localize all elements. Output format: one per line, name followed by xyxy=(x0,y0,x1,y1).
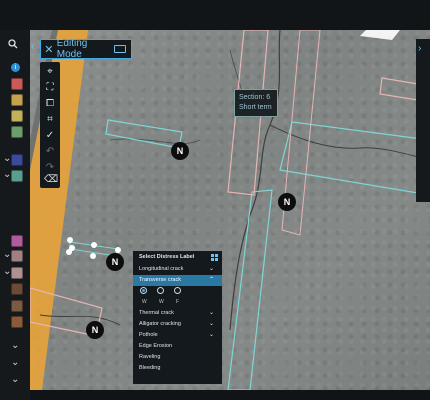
label-option-bleeding[interactable]: Bleeding xyxy=(133,363,222,374)
term-label: Short term xyxy=(239,104,272,111)
layer-swatch-12[interactable] xyxy=(11,316,23,328)
label-option-pothole[interactable]: Pothole ⌄ xyxy=(133,330,222,341)
chevron-down-icon: ⌄ xyxy=(208,321,214,327)
segment-icon[interactable]: ⧠ xyxy=(44,98,56,110)
tool-palette: ⌖ ⛶ ⧠ ⌗ ✓ ↶ ↷ ⌫ xyxy=(40,62,60,188)
left-panel-toggle[interactable]: ‹ xyxy=(31,41,35,53)
layer-swatch-8[interactable] xyxy=(11,250,23,262)
panel-title: Select Distress Label xyxy=(133,251,222,264)
search-icon[interactable] xyxy=(8,39,18,51)
layer-swatch-1[interactable] xyxy=(11,78,23,90)
polygon-icon[interactable]: ⌗ xyxy=(44,114,56,126)
label-option-raveling[interactable]: Raveling xyxy=(133,352,222,363)
info-icon[interactable]: i xyxy=(11,63,20,72)
north-marker[interactable]: N xyxy=(171,142,189,160)
severity-radio-1[interactable] xyxy=(140,287,147,294)
label-option-edge-erosion[interactable]: Edge Erosion xyxy=(133,341,222,352)
right-panel-collapsed[interactable]: › xyxy=(416,39,430,202)
chevron-right-icon[interactable]: › xyxy=(418,43,421,54)
layer-swatch-4[interactable] xyxy=(11,126,23,138)
north-marker[interactable]: N xyxy=(278,193,296,211)
layer-swatch-6[interactable] xyxy=(11,170,23,182)
severity-radio-3[interactable] xyxy=(174,287,181,294)
layer-swatch-11[interactable] xyxy=(11,300,23,312)
layer-swatch-7[interactable] xyxy=(11,235,23,247)
chevron-down-icon[interactable]: ⌄ xyxy=(11,357,19,368)
label-option-thermal[interactable]: Thermal crack ⌄ xyxy=(133,308,222,319)
verify-icon[interactable]: ✓ xyxy=(44,130,56,142)
undo-icon[interactable]: ↶ xyxy=(44,146,56,158)
chevron-down-icon: ⌄ xyxy=(208,266,214,272)
severity-label-3: F xyxy=(176,299,180,305)
severity-radio-2[interactable] xyxy=(157,287,164,294)
chevron-down-icon: ⌄ xyxy=(208,332,214,338)
layer-swatch-10[interactable] xyxy=(11,283,23,295)
close-icon[interactable]: ✕ xyxy=(41,43,57,56)
label-option-alligator[interactable]: Alligator cracking ⌄ xyxy=(133,319,222,330)
editing-mode-bar: ✕ Editing Mode xyxy=(40,38,132,60)
top-bar xyxy=(0,0,430,30)
redo-icon[interactable]: ↷ xyxy=(44,162,56,174)
layer-swatch-5[interactable] xyxy=(11,154,23,166)
keyboard-icon[interactable] xyxy=(114,45,126,53)
layer-swatch-2[interactable] xyxy=(11,94,23,106)
label-option-transverse[interactable]: Transverse crack ⌃ xyxy=(133,275,222,286)
severity-label-1: W xyxy=(142,299,147,305)
grid-icon[interactable] xyxy=(211,254,218,261)
chevron-down-icon[interactable]: ⌄ xyxy=(11,374,19,385)
editing-mode-title: Editing Mode xyxy=(56,38,88,60)
distress-label-panel: Select Distress Label Longitudinal crack… xyxy=(133,251,222,384)
eraser-icon[interactable]: ⌫ xyxy=(44,174,58,186)
bbox-icon[interactable]: ⛶ xyxy=(44,82,56,94)
left-sidebar: i ⌄ ⌄ ⌄ ⌄ ⌄ ⌄ ⌄ xyxy=(0,30,30,400)
chevron-up-icon: ⌃ xyxy=(208,277,214,283)
layer-swatch-9[interactable] xyxy=(11,267,23,279)
north-marker[interactable]: N xyxy=(86,321,104,339)
section-label: Section: 6 xyxy=(239,94,271,101)
section-tooltip: Section: 6 Short term xyxy=(234,89,278,117)
severity-radio-group: W W F xyxy=(133,286,222,308)
layer-swatch-3[interactable] xyxy=(11,110,23,122)
chevron-down-icon[interactable]: ⌄ xyxy=(11,340,19,351)
chevron-down-icon: ⌄ xyxy=(208,310,214,316)
label-option-longitudinal[interactable]: Longitudinal crack ⌄ xyxy=(133,264,222,275)
severity-label-2: W xyxy=(159,299,164,305)
north-marker[interactable]: N xyxy=(106,253,124,271)
cursor-icon[interactable]: ⌖ xyxy=(44,66,56,78)
